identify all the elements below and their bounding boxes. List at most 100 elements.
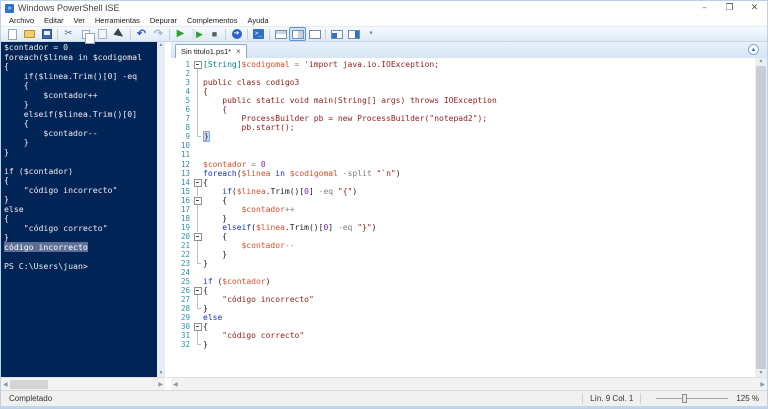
minimize-button[interactable]: –	[692, 1, 717, 15]
pane-right-button[interactable]	[289, 27, 306, 41]
line-number: 14	[180, 177, 190, 187]
line-number: 29	[180, 313, 190, 323]
restore-button[interactable]: ❐	[717, 1, 742, 15]
clear-console-button[interactable]	[111, 27, 128, 41]
save-button[interactable]	[38, 27, 55, 41]
scroll-right-icon[interactable]: ▶	[156, 381, 165, 388]
editor-line: 12 $contador = 0	[171, 160, 755, 169]
menu-item-ayuda[interactable]: Ayuda	[242, 15, 273, 26]
console-horizontal-scrollbar[interactable]: ◀ ▶	[1, 378, 165, 390]
pane-top-button[interactable]	[272, 27, 289, 41]
tab-strip: Sin titulo1.ps1* × ▲	[171, 42, 767, 58]
zoom-level: 125 %	[736, 394, 759, 403]
start-powershell-button[interactable]: >_	[250, 27, 267, 41]
code-text: public static void main(String[] args) t…	[203, 96, 497, 106]
paste-button[interactable]	[94, 27, 111, 41]
editor-line: 5 public static void main(String[] args)…	[171, 96, 755, 106]
editor-line: 9}	[171, 131, 755, 143]
fold-margin	[193, 96, 203, 106]
copy-button[interactable]	[77, 27, 95, 44]
paste-icon	[98, 29, 107, 39]
menu-item-herramientas[interactable]: Herramientas	[90, 15, 145, 26]
fold-margin	[193, 141, 203, 150]
console-vertical-scrollbar[interactable]: ▲ ▼	[157, 42, 165, 377]
cmd-window-button[interactable]	[328, 27, 345, 41]
menu-item-editar[interactable]: Editar	[39, 15, 69, 26]
open-script-button[interactable]	[21, 27, 38, 41]
line-number: 9	[185, 132, 190, 142]
scrollbar-thumb[interactable]	[9, 379, 48, 389]
close-button[interactable]: ✕	[742, 1, 767, 15]
fold-margin	[193, 295, 203, 305]
fold-margin	[193, 277, 203, 286]
scroll-down-icon[interactable]: ▼	[759, 370, 764, 377]
script-editor[interactable]: 1 [String]$codigomal = 'import java.io.IO…	[171, 58, 755, 377]
line-number: 32	[180, 340, 190, 350]
toolbar-separator	[247, 28, 248, 40]
scroll-left-icon[interactable]: ◀	[171, 381, 180, 388]
fold-toggle-icon[interactable]	[193, 60, 203, 70]
new-script-button[interactable]	[4, 27, 21, 41]
undo-button[interactable]: ↶	[133, 27, 150, 41]
cut-button[interactable]: ✂	[60, 27, 77, 41]
fold-toggle-icon[interactable]	[193, 322, 203, 332]
editor-line: 22 }	[171, 249, 755, 260]
editor-line: 27 "código incorrecto"	[171, 295, 755, 305]
collapse-script-pane-button[interactable]: ▲	[748, 44, 759, 55]
pane-max-button[interactable]	[306, 27, 323, 41]
fold-toggle-icon[interactable]	[193, 232, 203, 241]
fold-toggle-icon[interactable]	[193, 196, 203, 205]
menu-item-depurar[interactable]: Depurar	[145, 15, 182, 26]
tab-sin-titulo1[interactable]: Sin titulo1.ps1* ×	[175, 44, 247, 58]
line-number: 24	[180, 268, 190, 278]
code-text: }	[203, 259, 208, 269]
status-bar: Completado Lín. 9 Col. 1 125 %	[1, 390, 767, 408]
console-output[interactable]: $contador = 0 foreach($linea in $codigoma…	[1, 42, 157, 377]
window-title: Windows PowerShell ISE	[18, 3, 120, 13]
powershell-ise-window: > Windows PowerShell ISE – ❐ ✕ Archivo Ed…	[0, 0, 768, 409]
scroll-left-icon[interactable]: ◀	[1, 381, 10, 388]
redo-button[interactable]: ↷	[150, 27, 167, 41]
stop-button[interactable]: ■	[206, 27, 223, 41]
clear-console-icon	[113, 28, 126, 40]
menu-item-archivo[interactable]: Archivo	[4, 15, 39, 26]
toolbar-separator	[225, 28, 226, 40]
save-icon	[41, 29, 52, 39]
toolbar: ✂ ↶ ↷ ▶ ▶ ■ ➔ >_ ▾	[1, 26, 767, 44]
scroll-up-icon[interactable]: ▲	[159, 42, 164, 49]
tab-label: Sin titulo1.ps1*	[181, 47, 232, 56]
fold-margin	[193, 304, 203, 313]
fold-margin	[193, 204, 203, 214]
zoom-slider[interactable]	[656, 394, 729, 403]
run-selection-button[interactable]: ▶	[189, 27, 206, 41]
menu-item-ver[interactable]: Ver	[69, 15, 90, 26]
line-number: 8	[185, 123, 190, 133]
zoom-slider-thumb[interactable]	[682, 394, 688, 403]
fold-toggle-icon[interactable]	[193, 286, 203, 296]
tab-close-icon[interactable]: ×	[236, 47, 241, 56]
remote-tab-button[interactable]: ➔	[228, 27, 245, 41]
fold-toggle-icon[interactable]	[193, 178, 203, 187]
overflow-button[interactable]: ▾	[362, 27, 379, 41]
console-pane[interactable]: $contador = 0 foreach($linea in $codigoma…	[1, 42, 165, 377]
line-number: 6	[185, 105, 190, 115]
line-number: 30	[180, 322, 190, 332]
editor-horizontal-scrollbar[interactable]: ◀ ▶	[171, 378, 767, 390]
line-number: 27	[180, 295, 190, 305]
scrollbar-thumb[interactable]	[756, 66, 766, 369]
console-line: "código correcto"	[4, 222, 108, 233]
run-script-button[interactable]: ▶	[172, 27, 189, 41]
line-number: 23	[180, 259, 190, 269]
editor-line: 23}	[171, 259, 755, 268]
scroll-right-icon[interactable]: ▶	[758, 381, 767, 388]
editor-vertical-scrollbar[interactable]: ▲ ▼	[755, 58, 767, 377]
fold-margin	[193, 169, 203, 178]
scroll-up-icon[interactable]: ▲	[759, 58, 764, 65]
scroll-down-icon[interactable]: ▼	[159, 370, 164, 377]
cmd-addon-button[interactable]	[345, 27, 362, 41]
code-text: $contador--	[241, 240, 295, 250]
menu-item-complementos[interactable]: Complementos	[182, 15, 242, 26]
